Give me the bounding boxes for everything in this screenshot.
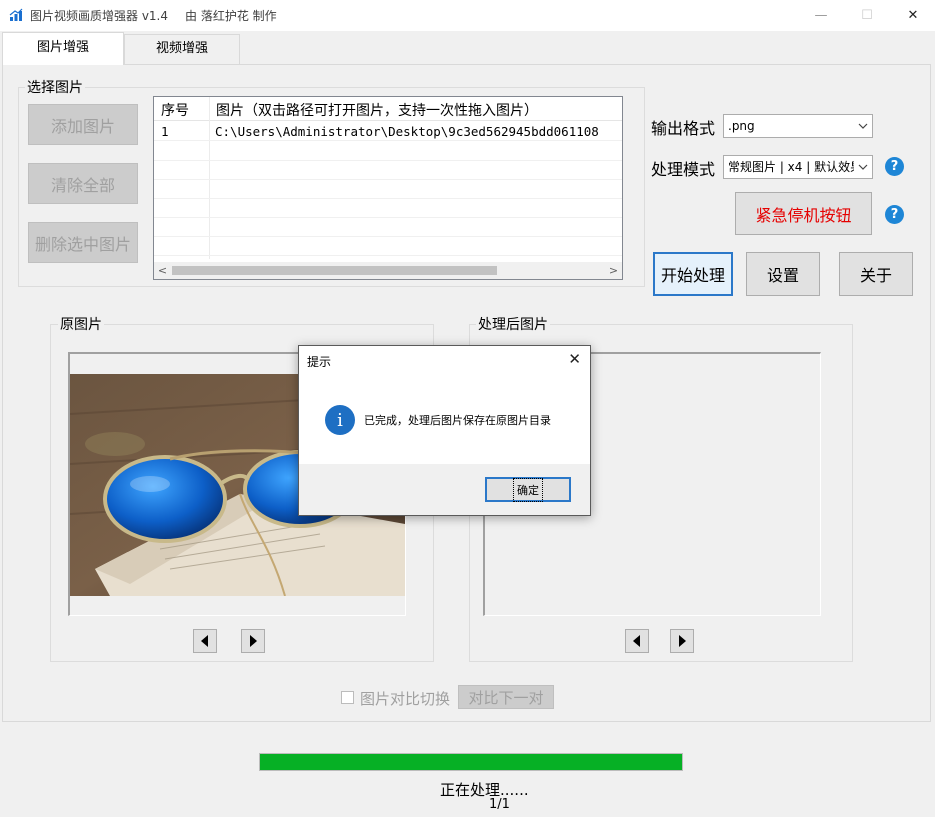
tab-image-enhance[interactable]: 图片增强 [2, 32, 124, 65]
about-button[interactable]: 关于 [839, 252, 913, 296]
table-row-empty [154, 199, 622, 218]
status-count: 1/1 [489, 797, 510, 812]
dialog-close-icon[interactable]: ✕ [568, 350, 581, 368]
original-image-label: 原图片 [58, 314, 104, 334]
dialog-message: 已完成，处理后图片保存在原图片目录 [364, 414, 551, 427]
original-next-button[interactable] [241, 629, 265, 653]
compare-next-button[interactable]: 对比下一对 [458, 685, 554, 709]
compare-toggle-label[interactable]: 图片对比切换 [360, 688, 450, 709]
output-format-value: .png [728, 119, 755, 133]
progress-bar [259, 753, 683, 771]
table-row[interactable]: 1 C:\Users\Administrator\Desktop\9c3ed56… [154, 122, 622, 141]
select-images-label: 选择图片 [25, 77, 85, 97]
scroll-right-icon[interactable]: > [605, 262, 622, 279]
window-title: 图片视频画质增强器 v1.4 [30, 9, 169, 23]
title-bar: 图片视频画质增强器 v1.4 由 落红护花 制作 — ☐ ✕ [0, 0, 935, 31]
app-icon [9, 8, 23, 21]
window-author: 由 落红护花 制作 [185, 9, 277, 23]
horizontal-scrollbar[interactable]: < > [154, 262, 622, 279]
settings-button[interactable]: 设置 [746, 252, 820, 296]
info-icon: i [325, 405, 355, 435]
row-index: 1 [161, 124, 169, 139]
maximize-button[interactable]: ☐ [844, 0, 890, 31]
chevron-down-icon [854, 156, 872, 178]
add-image-button[interactable]: 添加图片 [28, 104, 138, 145]
processed-prev-button[interactable] [625, 629, 649, 653]
close-button[interactable]: ✕ [890, 0, 935, 31]
process-mode-select[interactable]: 常规图片 | x4 | 默认效果 [723, 155, 873, 179]
compare-toggle-checkbox[interactable] [341, 691, 354, 704]
dialog-footer: 确定 [299, 464, 590, 515]
table-row-empty [154, 161, 622, 180]
dialog-ok-label: 确定 [513, 477, 543, 502]
chevron-down-icon [854, 115, 872, 137]
clear-all-button[interactable]: 清除全部 [28, 163, 138, 204]
processed-next-button[interactable] [670, 629, 694, 653]
status-text: 正在处理...... [440, 781, 529, 799]
process-mode-label: 处理模式 [651, 160, 716, 179]
column-index[interactable]: 序号 [161, 100, 189, 120]
table-row-empty [154, 218, 622, 237]
scroll-thumb[interactable] [172, 266, 497, 275]
scroll-left-icon[interactable]: < [154, 262, 171, 279]
emergency-stop-button[interactable]: 紧急停机按钮 [735, 192, 872, 235]
column-path[interactable]: 图片（双击路径可打开图片，支持一次性拖入图片） [216, 100, 538, 120]
tab-video-enhance[interactable]: 视频增强 [124, 34, 240, 64]
dialog-title: 提示 [307, 355, 332, 369]
original-prev-button[interactable] [193, 629, 217, 653]
output-format-label: 输出格式 [651, 119, 716, 138]
output-format-select[interactable]: .png [723, 114, 873, 138]
file-list-header: 序号 图片（双击路径可打开图片，支持一次性拖入图片） [154, 97, 622, 121]
stop-help-icon[interactable]: ? [885, 205, 904, 224]
dialog-ok-button[interactable]: 确定 [485, 477, 571, 502]
row-path[interactable]: C:\Users\Administrator\Desktop\9c3ed5629… [215, 124, 599, 139]
arrow-left-icon [633, 635, 640, 647]
table-row-empty [154, 237, 622, 256]
arrow-right-icon [679, 635, 686, 647]
arrow-right-icon [250, 635, 257, 647]
mode-help-icon[interactable]: ? [885, 157, 904, 176]
delete-selected-button[interactable]: 删除选中图片 [28, 222, 138, 263]
table-row-empty [154, 142, 622, 161]
completion-dialog: 提示 ✕ i 已完成，处理后图片保存在原图片目录 确定 [298, 345, 591, 516]
arrow-left-icon [201, 635, 208, 647]
process-mode-value: 常规图片 | x4 | 默认效果 [728, 160, 863, 174]
minimize-button[interactable]: — [798, 0, 844, 31]
file-list[interactable]: 序号 图片（双击路径可打开图片，支持一次性拖入图片） 1 C:\Users\Ad… [153, 96, 623, 280]
table-row-empty [154, 180, 622, 199]
progress-fill [260, 754, 682, 770]
processed-image-label: 处理后图片 [476, 314, 550, 334]
start-processing-button[interactable]: 开始处理 [653, 252, 733, 296]
